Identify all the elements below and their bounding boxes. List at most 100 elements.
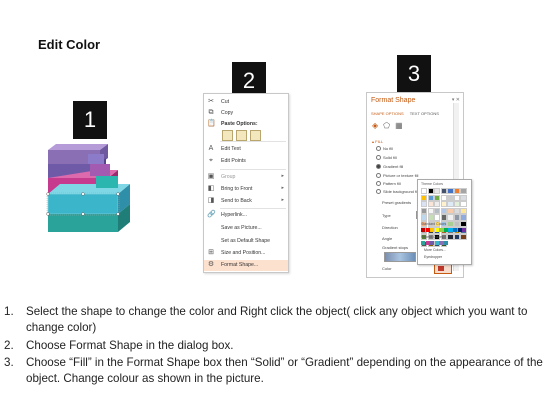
color-swatch[interactable] xyxy=(447,220,454,228)
color-swatch[interactable] xyxy=(430,241,435,246)
color-swatch[interactable] xyxy=(453,201,461,208)
menu-item-format-shape[interactable]: ⚙ Format Shape... xyxy=(204,260,288,271)
color-swatch[interactable] xyxy=(453,214,461,221)
color-swatch[interactable] xyxy=(453,207,461,214)
color-swatch[interactable] xyxy=(453,194,461,201)
fill-section-header[interactable]: ▴ FILL xyxy=(372,139,383,144)
menu-item-edit-text[interactable]: A Edit Text xyxy=(204,144,288,155)
menu-item-copy[interactable]: ⧉ Copy xyxy=(204,108,288,119)
menu-item-set-default-shape[interactable]: Set as Default Shape xyxy=(204,236,288,247)
color-swatch[interactable] xyxy=(421,228,426,233)
menu-item-hyperlink[interactable]: 🔗 Hyperlink... xyxy=(204,210,288,221)
chevron-right-icon: ▸ xyxy=(281,197,284,203)
color-swatch[interactable] xyxy=(462,228,467,233)
radio-no-fill[interactable]: No fill xyxy=(376,146,393,152)
effects-icon[interactable]: ⬠ xyxy=(383,121,390,130)
paste-text-only-icon[interactable] xyxy=(250,130,261,141)
menu-item-size-and-position[interactable]: ⊞ Size and Position... xyxy=(204,248,288,259)
size-position-icon: ⊞ xyxy=(208,249,214,256)
color-swatch[interactable] xyxy=(421,214,428,221)
menu-item-cut[interactable]: ✂ Cut xyxy=(204,97,288,108)
color-swatch[interactable] xyxy=(457,228,462,233)
radio-icon xyxy=(376,181,381,187)
color-swatch[interactable] xyxy=(434,241,439,246)
eyedropper-link[interactable]: Eyedropper xyxy=(424,255,442,259)
color-swatch[interactable] xyxy=(439,228,444,233)
more-colors-link[interactable]: More Colors... xyxy=(424,248,446,252)
stacked-shape-illustration[interactable] xyxy=(40,140,140,255)
pane-category-icons: ◈ ⬠ ▦ xyxy=(372,121,408,130)
menu-item-edit-points[interactable]: ⌖ Edit Points xyxy=(204,156,288,167)
paste-picture-icon[interactable] xyxy=(236,130,247,141)
gradient-stops-bar[interactable] xyxy=(384,252,416,262)
fill-line-icon[interactable]: ◈ xyxy=(372,121,378,130)
radio-pattern-fill[interactable]: Pattern fill xyxy=(376,181,401,187)
paste-icon: 📋 xyxy=(207,120,216,127)
color-swatch[interactable] xyxy=(440,201,447,208)
color-swatch[interactable] xyxy=(434,207,441,214)
color-swatch[interactable] xyxy=(440,188,447,195)
radio-picture-fill[interactable]: Picture or texture fill xyxy=(376,173,418,179)
color-swatch[interactable] xyxy=(434,214,441,221)
hyperlink-icon: 🔗 xyxy=(207,211,216,218)
color-swatch[interactable] xyxy=(425,228,430,233)
color-swatch[interactable] xyxy=(447,194,454,201)
color-swatch[interactable] xyxy=(421,207,428,214)
color-swatch[interactable] xyxy=(460,214,467,221)
color-swatch[interactable] xyxy=(447,214,454,221)
menu-item-send-to-back[interactable]: ◨ Send to Back ▸ xyxy=(204,196,288,207)
cut-icon: ✂ xyxy=(208,98,214,105)
size-properties-icon[interactable]: ▦ xyxy=(395,121,403,130)
color-swatch[interactable] xyxy=(427,201,434,208)
color-swatch[interactable] xyxy=(434,188,441,195)
menu-item-save-as-picture[interactable]: Save as Picture... xyxy=(204,223,288,234)
color-swatch[interactable] xyxy=(460,194,467,201)
color-swatch[interactable] xyxy=(453,220,461,228)
color-swatch[interactable] xyxy=(460,207,467,214)
color-swatch[interactable] xyxy=(460,188,467,195)
color-swatch[interactable] xyxy=(460,220,467,228)
color-swatch[interactable] xyxy=(434,201,441,208)
color-swatch[interactable] xyxy=(440,207,447,214)
menu-item-group[interactable]: ▣ Group ▸ xyxy=(204,172,288,183)
color-picker-button[interactable] xyxy=(434,264,452,274)
color-swatch[interactable] xyxy=(448,228,453,233)
color-swatch[interactable] xyxy=(447,207,454,214)
color-swatch[interactable] xyxy=(430,228,435,233)
color-swatch[interactable] xyxy=(447,201,454,208)
color-swatch[interactable] xyxy=(434,194,441,201)
color-swatch[interactable] xyxy=(440,214,447,221)
color-swatch[interactable] xyxy=(443,228,449,233)
group-icon: ▣ xyxy=(207,173,215,180)
color-swatch[interactable] xyxy=(447,188,454,195)
color-swatch[interactable] xyxy=(439,241,444,246)
color-swatch[interactable] xyxy=(427,188,434,195)
tab-shape-options[interactable]: SHAPE OPTIONS xyxy=(371,111,404,116)
color-swatch[interactable] xyxy=(460,201,467,208)
paste-keep-source-icon[interactable] xyxy=(222,130,233,141)
color-swatch[interactable] xyxy=(453,234,461,241)
color-swatch[interactable] xyxy=(427,194,434,201)
color-swatch[interactable] xyxy=(421,201,428,208)
color-swatch[interactable] xyxy=(453,188,461,195)
color-swatch[interactable] xyxy=(453,228,458,233)
radio-solid-fill[interactable]: Solid fill xyxy=(376,155,397,161)
tab-text-options[interactable]: TEXT OPTIONS xyxy=(410,111,439,116)
menu-item-bring-to-front[interactable]: ◧ Bring to Front ▸ xyxy=(204,184,288,195)
color-swatch[interactable] xyxy=(443,241,449,246)
color-swatch[interactable] xyxy=(421,188,428,195)
color-swatch[interactable] xyxy=(460,234,467,241)
recent-color-row xyxy=(421,241,469,246)
color-swatch[interactable] xyxy=(440,194,447,201)
color-swatch[interactable] xyxy=(421,241,426,246)
color-swatch[interactable] xyxy=(447,234,454,241)
radio-icon xyxy=(376,155,381,161)
color-swatch[interactable] xyxy=(434,228,439,233)
radio-slide-background-fill[interactable]: Slide background fill xyxy=(376,189,419,195)
step-badge-3: 3 xyxy=(397,55,431,93)
color-swatch[interactable] xyxy=(427,207,434,214)
color-swatch[interactable] xyxy=(425,241,430,246)
radio-gradient-fill[interactable]: Gradient fill xyxy=(376,164,403,170)
color-swatch[interactable] xyxy=(427,214,434,221)
color-swatch[interactable] xyxy=(421,194,428,201)
